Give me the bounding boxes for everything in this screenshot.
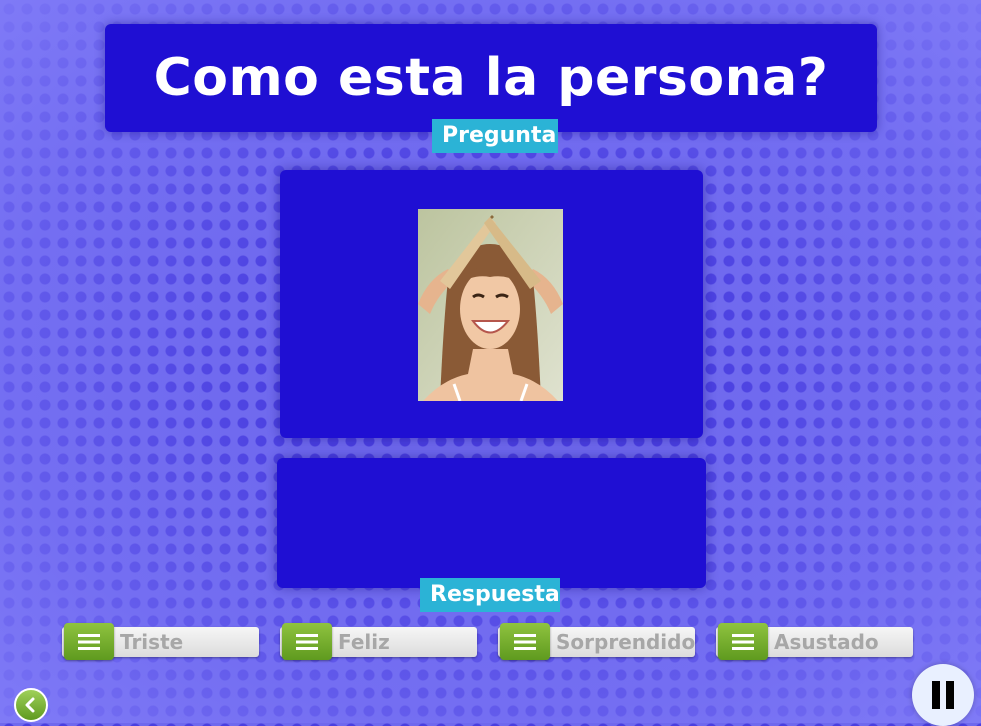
chevron-left-icon xyxy=(25,697,35,713)
answer-option-feliz[interactable]: Feliz xyxy=(280,623,477,660)
drag-handle-icon[interactable] xyxy=(64,623,114,660)
title-panel: Como esta la persona? xyxy=(105,24,877,132)
answer-option-triste[interactable]: Triste xyxy=(62,623,259,660)
answer-drop-zone[interactable] xyxy=(277,458,706,588)
drag-handle-icon[interactable] xyxy=(500,623,550,660)
question-tag: Pregunta xyxy=(432,119,558,153)
option-label: Asustado xyxy=(774,630,879,654)
answer-tag: Respuesta xyxy=(420,578,560,612)
photo-illustration xyxy=(418,209,563,401)
answer-option-sorprendido[interactable]: Sorprendido xyxy=(498,623,695,660)
question-photo xyxy=(418,209,563,401)
back-button[interactable] xyxy=(14,688,48,722)
drag-handle-icon[interactable] xyxy=(282,623,332,660)
option-label: Feliz xyxy=(338,630,390,654)
page-title: Como esta la persona? xyxy=(153,48,829,108)
answer-option-asustado[interactable]: Asustado xyxy=(716,623,913,660)
pause-button[interactable] xyxy=(912,664,974,726)
option-label: Sorprendido xyxy=(556,630,696,654)
drag-handle-icon[interactable] xyxy=(718,623,768,660)
pause-icon xyxy=(932,681,954,709)
option-label: Triste xyxy=(120,630,184,654)
